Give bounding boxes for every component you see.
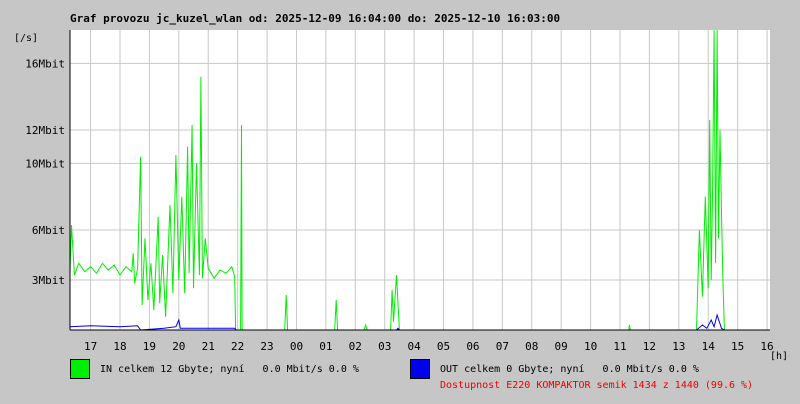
x-tick-label: 13 (672, 340, 685, 353)
x-tick-label: 03 (378, 340, 391, 353)
x-tick-label: 00 (290, 340, 303, 353)
y-tick-label: 12Mbit (25, 124, 65, 137)
legend-out-swatch (410, 359, 430, 379)
x-tick-label: 11 (613, 340, 626, 353)
availability-text: Dostupnost E220 KOMPAKTOR semik 1434 z 1… (440, 380, 754, 391)
x-tick-label: 07 (496, 340, 509, 353)
y-tick-label: 6Mbit (32, 224, 65, 237)
x-tick-label: 08 (525, 340, 538, 353)
legend-out-label: OUT celkem 0 Gbyte; nyní 0.0 Mbit/s 0.0 … (440, 363, 699, 375)
x-tick-label: 04 (407, 340, 421, 353)
x-tick-label: 02 (349, 340, 362, 353)
x-axis-label: [h] (770, 351, 788, 362)
x-tick-label: 14 (702, 340, 716, 353)
x-tick-label: 23 (260, 340, 273, 353)
x-tick-label: 19 (143, 340, 156, 353)
traffic-chart: 17 18 19 20 21 22 23 00 01 02 03 04 05 06 07 08 09 10 11 12… (0, 0, 800, 400)
x-tick-label: 06 (466, 340, 479, 353)
x-tick-label: 15 (731, 340, 744, 353)
x-tick-label: 22 (231, 340, 244, 353)
chart-svg: 17 18 19 20 21 22 23 00 01 02 03 04 05 06 07 08 09 10 11 12… (14, 12, 788, 362)
y-tick-label: 16Mbit (25, 57, 65, 70)
chart-title: Graf provozu jc_kuzel_wlan od: 2025-12-0… (70, 12, 560, 25)
x-tick-label: 09 (555, 340, 568, 353)
legend-out: OUT celkem 0 Gbyte; nyní 0.0 Mbit/s 0.0 … (410, 359, 699, 379)
legend-in: IN celkem 12 Gbyte; nyní 0.0 Mbit/s 0.0 … (70, 359, 359, 379)
legend-in-swatch (70, 359, 90, 379)
x-tick-label: 17 (84, 340, 97, 353)
legend-in-label: IN celkem 12 Gbyte; nyní 0.0 Mbit/s 0.0 … (100, 363, 359, 375)
x-tick-label: 10 (584, 340, 597, 353)
y-tick-label: 3Mbit (32, 274, 65, 287)
y-tick-label: 10Mbit (25, 157, 65, 170)
x-tick-label: 20 (172, 340, 185, 353)
x-tick-label: 12 (643, 340, 656, 353)
x-tick-label: 18 (113, 340, 126, 353)
x-tick-label: 21 (202, 340, 215, 353)
x-tick-label: 01 (319, 340, 332, 353)
x-tick-label: 05 (437, 340, 450, 353)
y-axis-label: [/s] (14, 33, 38, 44)
